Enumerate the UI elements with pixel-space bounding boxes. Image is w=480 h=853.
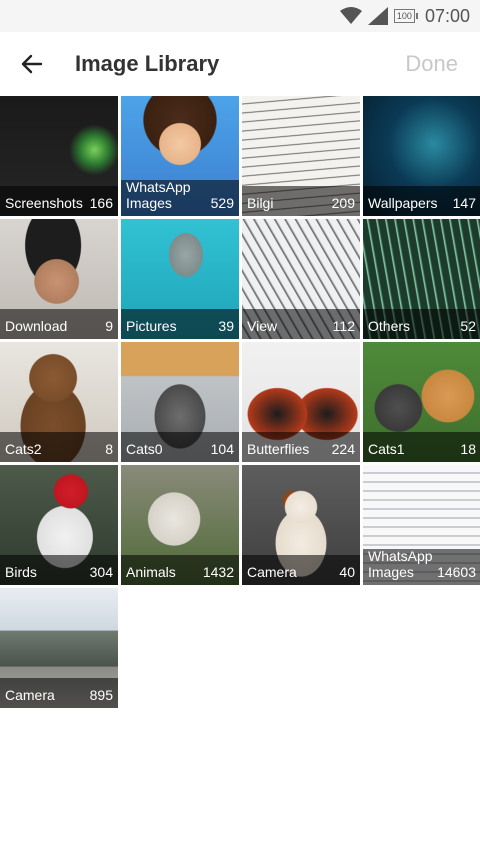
- album-count: 39: [218, 318, 234, 334]
- album-tile[interactable]: Cats1 18: [363, 342, 480, 462]
- album-tile[interactable]: Butterflies 224: [242, 342, 360, 462]
- album-name: Bilgi: [247, 195, 274, 211]
- album-count: 112: [332, 318, 355, 334]
- album-name: Cats1: [368, 441, 405, 457]
- album-name: Screenshots: [5, 195, 83, 211]
- album-tile[interactable]: Screenshots 166: [0, 96, 118, 216]
- back-button[interactable]: [16, 48, 48, 80]
- album-name: Camera: [247, 564, 297, 580]
- album-count: 14603: [437, 564, 476, 580]
- album-count: 8: [105, 441, 113, 457]
- album-count: 52: [460, 318, 476, 334]
- album-name: Butterflies: [247, 441, 310, 457]
- album-count: 147: [452, 195, 476, 211]
- album-name: View: [247, 318, 278, 334]
- battery-icon: 100: [393, 9, 418, 23]
- status-icons: 100 07:00: [339, 4, 470, 28]
- album-name: Cats2: [5, 441, 42, 457]
- album-tile[interactable]: WhatsApp Images 14603: [363, 465, 480, 585]
- album-tile[interactable]: Others 52: [363, 219, 480, 339]
- album-count: 209: [331, 195, 355, 211]
- album-tile[interactable]: Cats2 8: [0, 342, 118, 462]
- wifi-icon: [339, 7, 362, 24]
- clock: 07:00: [424, 5, 470, 26]
- album-name: Animals: [126, 564, 176, 580]
- album-count: 104: [210, 441, 234, 457]
- album-name: Cats0: [126, 441, 163, 457]
- album-name: Download: [5, 318, 68, 334]
- status-bar: 100 07:00: [0, 0, 480, 32]
- album-tile[interactable]: Cats0 104: [121, 342, 239, 462]
- album-tile[interactable]: Camera 40: [242, 465, 360, 585]
- album-tile[interactable]: WhatsApp Images 529: [121, 96, 239, 216]
- album-name: WhatsApp Images: [368, 548, 433, 580]
- album-name: Pictures: [126, 318, 177, 334]
- album-count: 9: [105, 318, 113, 334]
- album-count: 166: [89, 195, 113, 211]
- arrow-left-icon: [21, 54, 43, 74]
- album-tile[interactable]: Bilgi 209: [242, 96, 360, 216]
- album-tile[interactable]: Wallpapers 147: [363, 96, 480, 216]
- album-tile[interactable]: Birds 304: [0, 465, 118, 585]
- album-name: Wallpapers: [368, 195, 438, 211]
- album-tile[interactable]: Pictures 39: [121, 219, 239, 339]
- album-tile[interactable]: Camera 895: [0, 588, 118, 708]
- album-name: WhatsApp Images: [126, 179, 191, 211]
- album-tile[interactable]: Animals 1432: [121, 465, 239, 585]
- album-name: Camera: [5, 687, 55, 703]
- album-name: Others: [368, 318, 411, 334]
- album-count: 895: [89, 687, 113, 703]
- album-count: 18: [460, 441, 476, 457]
- album-count: 1432: [202, 564, 234, 580]
- album-name: Birds: [5, 564, 37, 580]
- album-count: 529: [210, 195, 234, 211]
- album-tile[interactable]: View 112: [242, 219, 360, 339]
- app-bar: Image Library Done: [0, 32, 480, 96]
- signal-icon: [367, 7, 388, 25]
- album-count: 224: [331, 441, 355, 457]
- album-tile[interactable]: Download 9: [0, 219, 118, 339]
- page-title: Image Library: [75, 51, 220, 76]
- done-button[interactable]: Done: [405, 51, 458, 77]
- album-grid: Screenshots 166 WhatsApp Images 529 Bilgi 2…: [0, 96, 480, 708]
- album-count: 304: [89, 564, 113, 580]
- album-count: 40: [339, 564, 355, 580]
